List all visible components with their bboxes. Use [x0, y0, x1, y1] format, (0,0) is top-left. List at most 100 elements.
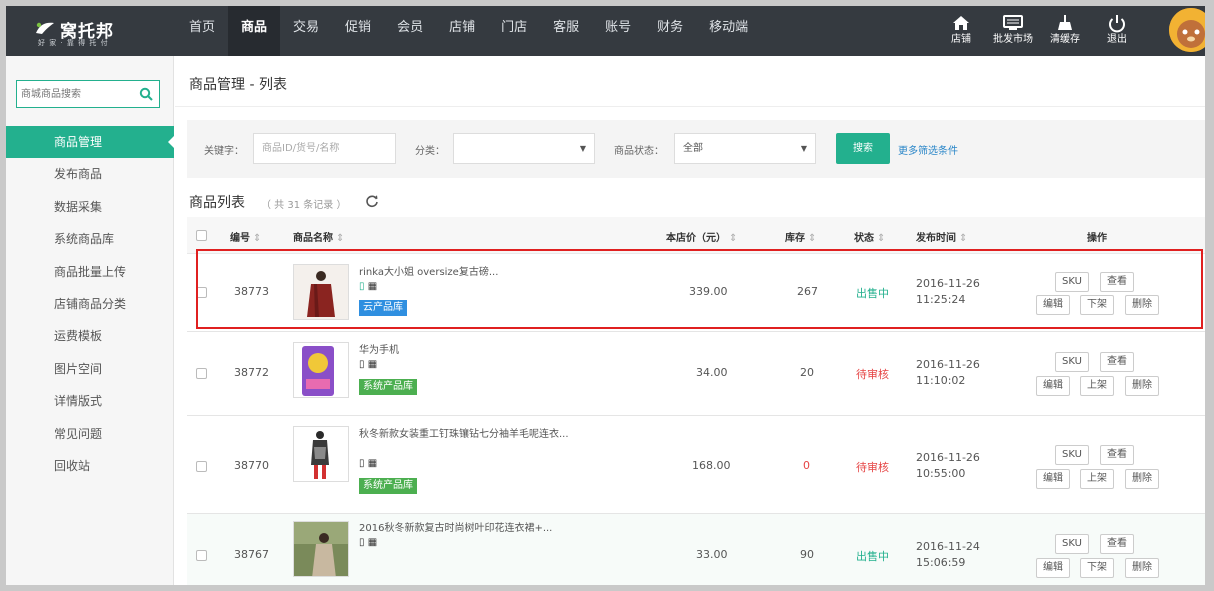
view-button[interactable]: 查看 — [1100, 445, 1134, 465]
nav-shop[interactable]: 店铺 — [436, 6, 488, 56]
sort-icon: ⇕ — [877, 233, 886, 244]
edit-button[interactable]: 编辑 — [1036, 295, 1070, 315]
product-thumbnail[interactable] — [293, 521, 349, 577]
sidebar-item-shipping-template[interactable]: 运费模板 — [6, 320, 174, 352]
more-filters-link[interactable]: 更多筛选条件 — [898, 142, 958, 157]
row-time: 11:25:24 — [916, 293, 966, 306]
online-button[interactable]: 上架 — [1080, 469, 1114, 489]
row-checkbox[interactable] — [196, 368, 207, 379]
broom-icon — [1058, 15, 1072, 30]
search-icon[interactable] — [139, 87, 153, 101]
mobile-icon: ▯ — [359, 537, 365, 548]
product-thumbnail[interactable] — [293, 264, 349, 320]
product-name[interactable]: 2016秋冬新款复古时尚树叶印花连衣裙+... — [359, 522, 552, 535]
tool-shop[interactable]: 店铺 — [936, 6, 986, 56]
delete-button[interactable]: 删除 — [1125, 295, 1159, 315]
edit-button[interactable]: 编辑 — [1036, 558, 1070, 578]
col-stock[interactable]: 库存 ⇕ — [785, 229, 816, 244]
qrcode-icon: ▦ — [367, 281, 378, 292]
row-date: 2016-11-26 — [916, 358, 980, 371]
product-name[interactable]: 华为手机 — [359, 344, 399, 357]
col-name[interactable]: 商品名称 ⇕ — [293, 229, 344, 244]
nav-goods[interactable]: 商品 — [228, 6, 281, 56]
sidebar-item-data-collection[interactable]: 数据采集 — [6, 191, 174, 223]
sidebar-item-goods-management[interactable]: 商品管理 — [6, 126, 175, 159]
nav-trade[interactable]: 交易 — [280, 6, 332, 56]
list-count: （ 共 31 条记录 ） — [261, 200, 347, 211]
avatar-image — [1169, 8, 1205, 52]
delete-button[interactable]: 删除 — [1125, 558, 1159, 578]
sidebar-item-detail-layout[interactable]: 详情版式 — [6, 385, 174, 417]
table-header: 编号 ⇕ 商品名称 ⇕ 本店价（元） ⇕ 库存 ⇕ 状态 ⇕ 发布时间 ⇕ 操作 — [187, 217, 1205, 254]
product-name[interactable]: rinka大小姐 oversize复古磅... — [359, 266, 498, 279]
sidebar-item-system-library[interactable]: 系统商品库 — [6, 223, 174, 255]
title-divider — [175, 106, 1205, 107]
sidebar-item-recycle-bin[interactable]: 回收站 — [6, 450, 174, 482]
edit-button[interactable]: 编辑 — [1036, 469, 1070, 489]
tool-wholesale[interactable]: 批发市场 — [988, 6, 1038, 56]
col-id[interactable]: 编号 ⇕ — [230, 229, 261, 244]
view-button[interactable]: 查看 — [1100, 534, 1134, 554]
status-badge: 出售中 — [856, 287, 889, 300]
sidebar-item-faq[interactable]: 常见问题 — [6, 418, 174, 450]
col-status[interactable]: 状态 ⇕ — [854, 229, 885, 244]
offline-button[interactable]: 下架 — [1080, 295, 1114, 315]
status-select[interactable]: 全部 ▼ — [674, 133, 816, 164]
qrcode-icon: ▦ — [367, 458, 378, 469]
nav-home[interactable]: 首页 — [176, 6, 228, 56]
status-badge: 出售中 — [856, 550, 889, 563]
col-price-label: 本店价（元） — [666, 233, 726, 244]
edit-button[interactable]: 编辑 — [1036, 376, 1070, 396]
keyword-input[interactable]: 商品ID/货号/名称 — [253, 133, 396, 164]
nav-member[interactable]: 会员 — [384, 6, 436, 56]
product-image — [294, 427, 348, 481]
qrcode-icon: ▦ — [367, 537, 378, 548]
mobile-icon: ▯ — [359, 359, 365, 370]
device-icons: ▯ ▦ — [359, 359, 377, 370]
online-button[interactable]: 上架 — [1080, 376, 1114, 396]
row-checkbox[interactable] — [196, 287, 207, 298]
col-price[interactable]: 本店价（元） ⇕ — [666, 229, 737, 244]
sidebar-item-publish-goods[interactable]: 发布商品 — [6, 158, 174, 190]
offline-button[interactable]: 下架 — [1080, 558, 1114, 578]
product-name[interactable]: 秋冬新款女装重工钉珠镶钻七分袖羊毛呢连衣... — [359, 428, 579, 441]
sort-icon: ⇕ — [959, 233, 968, 244]
delete-button[interactable]: 删除 — [1125, 376, 1159, 396]
select-all-checkbox[interactable] — [196, 230, 207, 241]
view-button[interactable]: 查看 — [1100, 272, 1134, 292]
sku-button[interactable]: SKU — [1055, 272, 1089, 292]
delete-button[interactable]: 删除 — [1125, 469, 1159, 489]
row-checkbox[interactable] — [196, 550, 207, 561]
col-time[interactable]: 发布时间 ⇕ — [916, 229, 967, 244]
sku-button[interactable]: SKU — [1055, 352, 1089, 372]
nav-mobile[interactable]: 移动端 — [696, 6, 761, 56]
search-button[interactable]: 搜索 — [836, 133, 890, 164]
search-input[interactable] — [21, 86, 131, 102]
nav-store[interactable]: 门店 — [488, 6, 540, 56]
nav-promotion[interactable]: 促销 — [332, 6, 384, 56]
nav-account[interactable]: 账号 — [592, 6, 644, 56]
refresh-icon[interactable] — [365, 194, 379, 208]
sidebar-item-shop-category[interactable]: 店铺商品分类 — [6, 288, 174, 320]
row-checkbox[interactable] — [196, 461, 207, 472]
product-thumbnail[interactable] — [293, 342, 349, 398]
monitor-icon — [1003, 15, 1023, 30]
tool-logout[interactable]: 退出 — [1092, 6, 1142, 56]
category-select[interactable]: ▼ — [453, 133, 595, 164]
avatar[interactable] — [1169, 8, 1205, 52]
product-thumbnail[interactable] — [293, 426, 349, 482]
nav-finance[interactable]: 财务 — [644, 6, 696, 56]
sort-icon: ⇕ — [808, 233, 817, 244]
nav-service[interactable]: 客服 — [540, 6, 592, 56]
page-title: 商品管理 - 列表 — [189, 77, 287, 93]
tool-clear-cache[interactable]: 清缓存 — [1040, 6, 1090, 56]
view-button[interactable]: 查看 — [1100, 352, 1134, 372]
sidebar-item-batch-upload[interactable]: 商品批量上传 — [6, 256, 174, 288]
logo[interactable]: 窝托邦 好 家 · 靠 得 托 付 — [30, 14, 140, 50]
sort-icon: ⇕ — [336, 233, 345, 244]
sku-button[interactable]: SKU — [1055, 445, 1089, 465]
sidebar: 商品管理 发布商品 数据采集 系统商品库 商品批量上传 店铺商品分类 运费模板 … — [6, 56, 175, 585]
sku-button[interactable]: SKU — [1055, 534, 1089, 554]
sidebar-item-image-space[interactable]: 图片空间 — [6, 353, 174, 385]
row-stock: 20 — [800, 366, 814, 379]
